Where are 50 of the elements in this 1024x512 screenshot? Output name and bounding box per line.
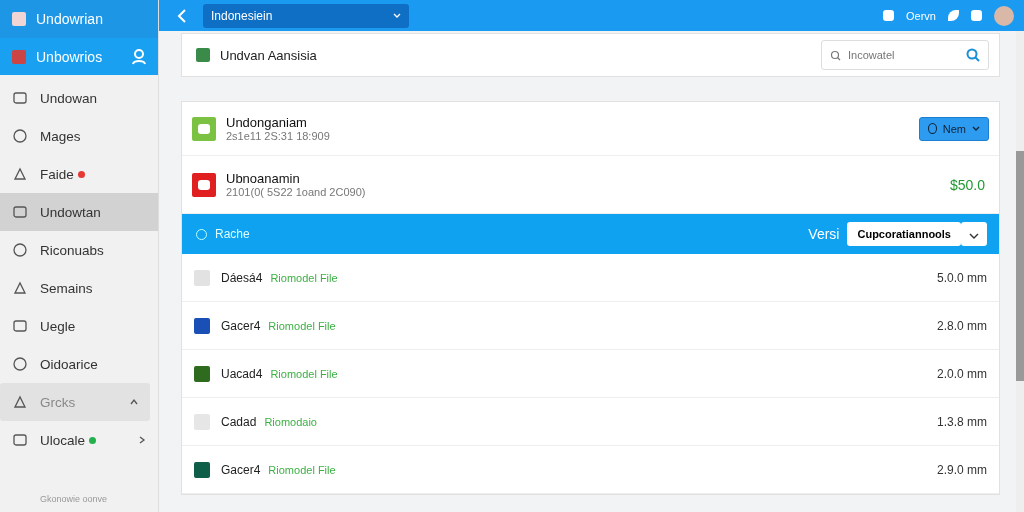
back-icon[interactable] [177, 8, 187, 23]
file-type: Riomodel File [268, 463, 337, 476]
search-field[interactable]: Incowatel [821, 40, 989, 70]
file-type: Riomodel File [270, 367, 339, 380]
file-type: Riomodel File [270, 271, 339, 284]
leaf-icon[interactable] [948, 10, 959, 21]
file-name: Gacer4 [221, 462, 261, 477]
dropdown-button[interactable] [961, 222, 987, 246]
entry-title: Ubnoanamin [226, 171, 301, 186]
caret-icon [393, 13, 401, 18]
app-icon [196, 48, 210, 62]
scrollbar[interactable] [1016, 31, 1024, 512]
version-select[interactable]: Cupcoratiannools [847, 222, 961, 246]
file-name: Dáesá4 [221, 270, 263, 285]
file-type: Riomodel File [268, 319, 337, 332]
entry-timestamp: 2101(0( 5S22 1oand 2C090) [226, 186, 367, 198]
file-size: 5.0.0 mm [937, 270, 987, 285]
caret-icon [969, 232, 979, 239]
sidebar-item[interactable]: Undowan [0, 79, 158, 117]
sidebar-item[interactable]: Mages [0, 117, 158, 155]
sidebar-item[interactable]: Riconuabs [0, 231, 158, 269]
location-dropdown[interactable]: Indonesiein [203, 3, 409, 28]
section-title: Rache [215, 227, 251, 241]
sidebar-item[interactable]: Semains [0, 269, 158, 307]
file-size: 1.3.8 mm [937, 414, 987, 429]
sidebar-item[interactable]: Undowtan [0, 193, 158, 231]
sidebar-item[interactable]: Ulocale [0, 421, 158, 459]
file-name: Cadad [221, 414, 257, 429]
file-size: 2.8.0 mm [937, 318, 987, 333]
sidebar-item[interactable]: Faide [0, 155, 158, 193]
picture-icon [12, 49, 26, 64]
file-size: 2.9.0 mm [937, 462, 987, 477]
version-label: Versi [808, 226, 840, 242]
sidebar-footer: Gkonowie oonve [0, 494, 158, 512]
file-size: 2.0.0 mm [937, 366, 987, 381]
app-title: Undowrian [36, 11, 104, 27]
price: $50.0 [949, 176, 985, 193]
avatar[interactable] [994, 5, 1014, 26]
page-title: Undvan Aansisia [220, 47, 318, 63]
search-icon[interactable] [966, 48, 980, 62]
file-type: Riomodaio [264, 415, 318, 428]
entry-timestamp: 2s1e11 2S:31 18:909 [226, 130, 331, 142]
new-button[interactable]: Nem [918, 116, 989, 141]
sidebar-item[interactable]: Oidoarice [0, 345, 158, 383]
file-name: Gacer4 [221, 318, 261, 333]
entry-title: Undonganiam [226, 115, 308, 130]
sidebar-item[interactable]: Uegle [0, 307, 158, 345]
file-name: Uacad4 [221, 366, 263, 381]
app-icon [12, 12, 26, 26]
caret-icon [972, 126, 980, 131]
